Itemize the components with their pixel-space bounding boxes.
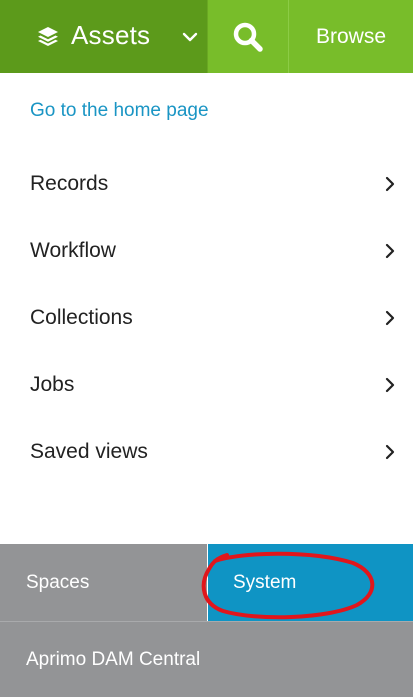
menu-item-jobs[interactable]: Jobs bbox=[0, 351, 413, 418]
nav-menu: Records Workflow Collections Jobs Saved … bbox=[0, 150, 413, 485]
browse-button[interactable]: Browse bbox=[288, 0, 413, 73]
chevron-right-icon bbox=[385, 176, 395, 192]
assets-label: Assets bbox=[71, 20, 151, 50]
search-icon bbox=[233, 22, 263, 52]
footer-nav: Spaces System Aprimo DAM Central bbox=[0, 544, 413, 697]
footer-row: Spaces System bbox=[0, 544, 413, 621]
menu-item-label: Saved views bbox=[30, 440, 148, 463]
chevron-right-icon bbox=[385, 310, 395, 326]
search-button[interactable] bbox=[207, 0, 288, 73]
menu-item-label: Collections bbox=[30, 306, 133, 329]
menu-item-collections[interactable]: Collections bbox=[0, 284, 413, 351]
chevron-right-icon bbox=[385, 444, 395, 460]
layers-icon bbox=[38, 27, 58, 46]
menu-item-label: Jobs bbox=[30, 373, 75, 396]
chevron-right-icon bbox=[385, 377, 395, 393]
chevron-down-icon bbox=[182, 32, 198, 42]
chevron-right-icon bbox=[385, 243, 395, 259]
system-button[interactable]: System bbox=[208, 544, 413, 621]
menu-item-saved-views[interactable]: Saved views bbox=[0, 418, 413, 485]
assets-menu-button[interactable]: Assets bbox=[0, 0, 207, 73]
menu-item-workflow[interactable]: Workflow bbox=[0, 217, 413, 284]
spaces-button[interactable]: Spaces bbox=[0, 544, 208, 621]
menu-item-label: Records bbox=[30, 172, 109, 195]
top-header: Assets Browse bbox=[0, 0, 413, 73]
aprimo-dam-central-button[interactable]: Aprimo DAM Central bbox=[0, 621, 413, 697]
menu-item-label: Workflow bbox=[30, 239, 116, 262]
home-page-link[interactable]: Go to the home page bbox=[30, 100, 209, 122]
menu-item-records[interactable]: Records bbox=[0, 150, 413, 217]
